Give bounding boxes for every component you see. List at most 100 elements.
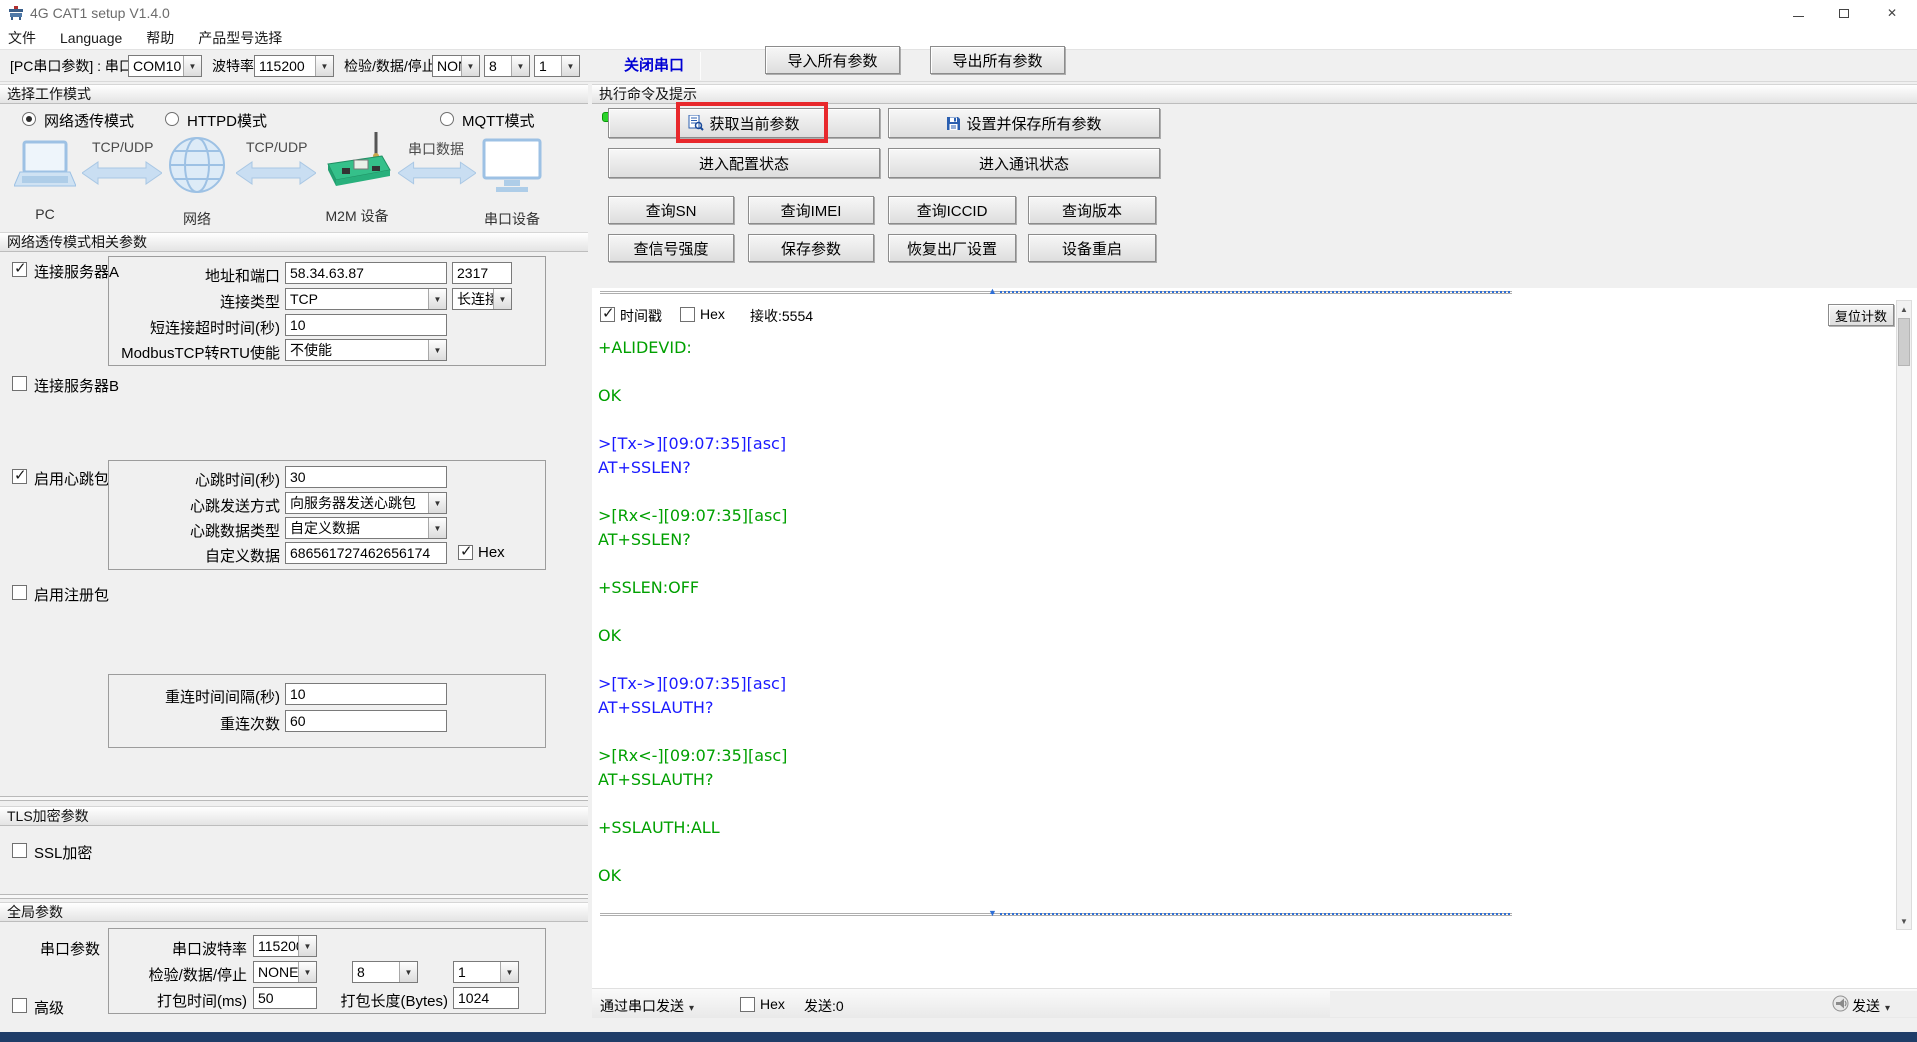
reconnect-count-input[interactable]: 60 [285,710,447,732]
conn-type-select[interactable]: TCP [285,288,447,310]
terminal-line: OK [598,624,1878,648]
arrow-icon [398,160,476,186]
query-sn-button[interactable]: 查询SN [608,196,734,224]
device-restart-button[interactable]: 设备重启 [1028,234,1156,262]
scroll-up-icon[interactable]: ▲ [1897,301,1911,317]
query-version-button[interactable]: 查询版本 [1028,196,1156,224]
pc-laptop-icon [14,140,76,194]
modbus-select[interactable]: 不使能 [285,339,447,361]
diagram-link1-label: TCP/UDP [92,139,152,155]
com-port-select[interactable]: COM10 [128,55,202,77]
timestamp-checkbox[interactable] [600,307,615,322]
server-a-label: 连接服务器A [34,261,119,282]
splitter-dots[interactable] [1000,913,1510,915]
parity-label: 检验/数据/停止 [344,50,436,82]
maximize-button[interactable] [1821,0,1867,26]
global-databits-select[interactable]: 8 [352,961,418,983]
radio-mqtt[interactable] [440,112,454,126]
splitter-arrow-down-icon[interactable]: ▼ [988,909,997,918]
serial-device-monitor-icon [482,138,542,194]
parity-select[interactable]: NONI [432,55,480,77]
reset-counter-button[interactable]: 复位计数 [1828,304,1894,326]
advanced-checkbox[interactable] [12,998,27,1013]
floppy-save-icon [946,116,961,131]
radio-mqtt-label: MQTT模式 [462,110,535,131]
server-addr-input[interactable]: 58.34.63.87 [285,262,447,284]
set-save-params-button[interactable]: 设置并保存所有参数 [888,108,1160,138]
terminal-line [598,648,1878,672]
query-iccid-button[interactable]: 查询ICCID [888,196,1016,224]
short-timeout-input[interactable]: 10 [285,314,447,336]
ssl-checkbox[interactable] [12,843,27,858]
global-parity-select[interactable]: NONE [253,961,317,983]
conn-type-label: 连接类型 [110,291,280,312]
send-via-serial-dropdown[interactable]: 通过串口发送 [600,996,694,1016]
radio-net-passthrough[interactable] [22,112,36,126]
maximize-icon [1839,9,1849,18]
scroll-thumb[interactable] [1898,318,1910,366]
server-port-input[interactable]: 2317 [452,262,512,284]
export-params-button[interactable]: 导出所有参数 [930,46,1065,74]
enter-comm-button[interactable]: 进入通讯状态 [888,148,1160,178]
heartbeat-send-mode-select[interactable]: 向服务器发送心跳包 [285,492,447,514]
heartbeat-hex-checkbox[interactable] [458,545,473,560]
pc-serial-label: [PC串口参数] : 串口号 [10,50,147,82]
conn-mode-select[interactable]: 长连接 [452,288,512,310]
terminal-line: >[Tx->][09:07:35][asc] [598,432,1878,456]
scroll-down-icon[interactable]: ▼ [1897,913,1911,929]
splitter-dots[interactable] [1000,291,1510,293]
databits-select[interactable]: 8 [484,55,530,77]
close-serial-button[interactable]: 关闭串口 [624,50,684,82]
global-baud-select[interactable]: 115200 [253,935,317,957]
baud-select[interactable]: 115200 [254,55,334,77]
terminal-line [598,600,1878,624]
diagram-link2-label: TCP/UDP [246,139,306,155]
net-params-header: 网络透传模式相关参数 [0,232,588,252]
terminal-line [598,480,1878,504]
send-button[interactable]: 发送 [1852,996,1890,1016]
send-hex-checkbox[interactable] [740,997,755,1012]
query-signal-button[interactable]: 查信号强度 [608,234,734,262]
menu-language[interactable]: Language [48,26,134,50]
close-button[interactable] [1867,0,1917,26]
server-b-label: 连接服务器B [34,375,119,396]
radio-httpd[interactable] [165,112,179,126]
arrow-icon [82,160,162,186]
minimize-button[interactable] [1775,0,1821,26]
heartbeat-time-input[interactable]: 30 [285,466,447,488]
menu-product-model[interactable]: 产品型号选择 [186,26,294,50]
server-a-checkbox[interactable] [12,262,27,277]
server-b-checkbox[interactable] [12,376,27,391]
global-stopbits-select[interactable]: 1 [453,961,519,983]
heartbeat-data-type-select[interactable]: 自定义数据 [285,517,447,539]
window-title: 4G CAT1 setup V1.4.0 [30,5,170,21]
splitter-arrow-up-icon[interactable]: ▲ [988,287,997,296]
import-params-button[interactable]: 导入所有参数 [765,46,900,74]
terminal-line: OK [598,384,1878,408]
send-input[interactable] [1330,991,1917,1017]
timestamp-label: 时间戳 [620,306,662,326]
save-params-button[interactable]: 保存参数 [748,234,874,262]
terminal-scrollbar[interactable]: ▲ ▼ [1896,300,1912,930]
stopbits-select[interactable]: 1 [534,55,580,77]
heartbeat-enable-label: 启用心跳包 [34,468,109,489]
enter-config-button[interactable]: 进入配置状态 [608,148,880,178]
terminal-line: AT+SSLAUTH? [598,696,1878,720]
register-enable-checkbox[interactable] [12,585,27,600]
query-imei-button[interactable]: 查询IMEI [748,196,874,224]
terminal-output[interactable]: +ALIDEVID:OK>[Tx->][09:07:35][asc]AT+SSL… [598,336,1878,908]
reconnect-interval-input[interactable]: 10 [285,683,447,705]
diagram-node-network: 网络 [172,209,222,229]
pack-len-input[interactable]: 1024 [453,987,519,1009]
menu-help[interactable]: 帮助 [134,26,186,50]
close-icon [1887,4,1897,22]
recv-hex-checkbox[interactable] [680,307,695,322]
terminal-line [598,408,1878,432]
separator [0,894,588,899]
pack-time-input[interactable]: 50 [253,987,317,1009]
custom-data-input[interactable]: 686561727462656174 [285,542,447,564]
radio-net-passthrough-label: 网络透传模式 [44,110,134,131]
heartbeat-enable-checkbox[interactable] [12,469,27,484]
factory-reset-button[interactable]: 恢复出厂设置 [888,234,1016,262]
menu-file[interactable]: 文件 [0,26,48,50]
